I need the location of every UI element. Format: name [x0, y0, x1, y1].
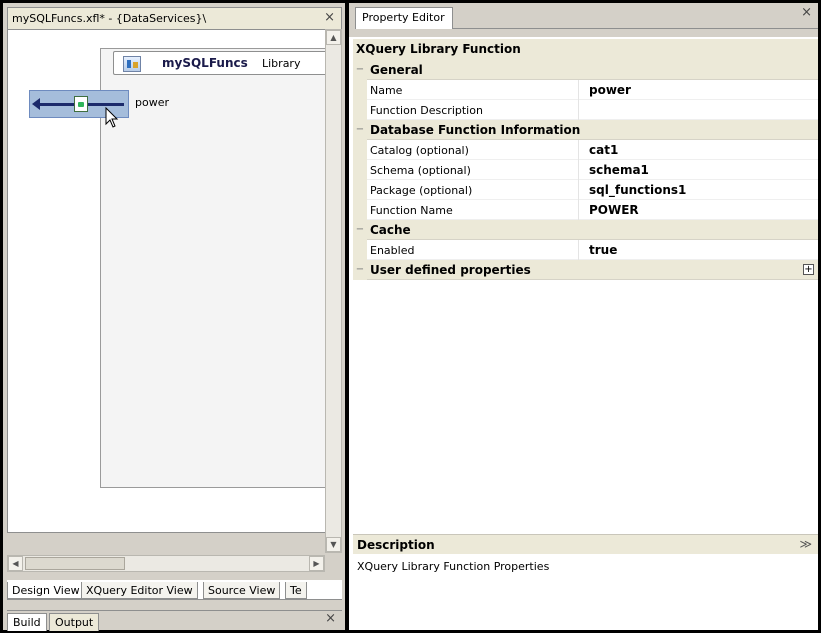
vertical-scrollbar[interactable]: ▲ ▼: [325, 29, 342, 553]
property-editor-header: Property Editor ×: [349, 3, 818, 37]
library-name: mySQLFuncs: [162, 56, 248, 70]
scroll-right-icon[interactable]: ▶: [309, 556, 324, 571]
bottom-panel-tabs: Build Output ×: [7, 610, 342, 631]
property-row-enabled[interactable]: Enabled true: [353, 240, 818, 260]
mouse-pointer-icon: [105, 107, 119, 128]
column-divider: [578, 200, 579, 220]
collapse-icon[interactable]: −: [353, 260, 367, 280]
horizontal-scroll-thumb[interactable]: [25, 557, 125, 570]
collapse-icon[interactable]: −: [353, 120, 367, 140]
row-margin: [353, 240, 367, 260]
category-cache[interactable]: − Cache: [353, 220, 818, 240]
column-divider: [578, 140, 579, 160]
property-row-name[interactable]: Name power: [353, 80, 818, 100]
property-editor-close-icon[interactable]: ×: [801, 5, 812, 21]
property-row-catalog[interactable]: Catalog (optional) cat1: [353, 140, 818, 160]
library-type-label: Library: [262, 57, 301, 70]
tab-design-view[interactable]: Design View: [7, 582, 85, 599]
column-divider: [578, 100, 579, 120]
tab-xquery-editor-view[interactable]: XQuery Editor View: [81, 582, 198, 599]
editor-document-tab[interactable]: mySQLFuncs.xfl* - {DataServices}\ ×: [7, 7, 342, 29]
property-name: Schema (optional): [370, 164, 471, 177]
arrow-left-icon: [32, 98, 40, 110]
library-icon: [123, 56, 141, 72]
tab-output[interactable]: Output: [49, 613, 100, 631]
property-name: Function Description: [370, 104, 483, 117]
property-name: Name: [370, 84, 403, 97]
property-row-schema[interactable]: Schema (optional) schema1: [353, 160, 818, 180]
scroll-left-icon[interactable]: ◀: [8, 556, 23, 571]
view-tab-strip: Design View XQuery Editor View Source Vi…: [7, 580, 342, 600]
property-value[interactable]: true: [589, 243, 617, 257]
editor-pane: mySQLFuncs.xfl* - {DataServices}\ × mySQ…: [3, 3, 345, 631]
row-margin: [353, 140, 367, 160]
scroll-down-icon[interactable]: ▼: [326, 537, 341, 552]
design-canvas[interactable]: mySQLFuncs Library power: [7, 29, 325, 533]
row-margin: [353, 100, 367, 120]
horizontal-scrollbar[interactable]: ◀ ▶: [7, 555, 325, 572]
property-name: Function Name: [370, 204, 453, 217]
category-database-function-information[interactable]: − Database Function Information: [353, 120, 818, 140]
tab-divider: [453, 28, 818, 29]
add-property-icon[interactable]: +: [803, 264, 814, 275]
column-divider: [578, 160, 579, 180]
row-margin: [353, 200, 367, 220]
category-label: Cache: [370, 223, 411, 237]
property-name: Catalog (optional): [370, 144, 469, 157]
property-row-function-name[interactable]: Function Name POWER: [353, 200, 818, 220]
property-name: Package (optional): [370, 184, 473, 197]
property-editor-pane: Property Editor × XQuery Library Functio…: [349, 3, 818, 630]
collapse-icon[interactable]: −: [353, 220, 367, 240]
row-margin: [353, 180, 367, 200]
tab-truncated[interactable]: Te: [285, 582, 307, 599]
property-row-function-description[interactable]: Function Description: [353, 100, 818, 120]
function-node-label[interactable]: power: [135, 96, 169, 109]
category-general[interactable]: − General: [353, 60, 818, 80]
row-margin: [353, 160, 367, 180]
column-divider: [578, 80, 579, 100]
property-name: Enabled: [370, 244, 415, 257]
property-object-title: XQuery Library Function: [353, 39, 818, 60]
collapse-icon[interactable]: −: [353, 60, 367, 80]
editor-tab-title: mySQLFuncs.xfl* - {DataServices}\: [12, 12, 207, 25]
editor-tab-close-icon[interactable]: ×: [324, 10, 335, 26]
function-icon: [74, 96, 88, 112]
bottom-panel-close-icon[interactable]: ×: [325, 611, 336, 627]
description-title: Description: [357, 538, 435, 552]
description-text: XQuery Library Function Properties: [357, 560, 550, 573]
property-value[interactable]: POWER: [589, 203, 639, 217]
column-divider: [578, 240, 579, 260]
tab-build[interactable]: Build: [7, 613, 47, 631]
category-label: General: [370, 63, 423, 77]
property-value[interactable]: cat1: [589, 143, 618, 157]
property-row-package[interactable]: Package (optional) sql_functions1: [353, 180, 818, 200]
description-header: Description ≫: [353, 534, 818, 554]
collapse-chevron-icon[interactable]: ≫: [799, 537, 812, 551]
category-user-defined-properties[interactable]: − User defined properties +: [353, 260, 818, 280]
property-value[interactable]: schema1: [589, 163, 649, 177]
library-container[interactable]: mySQLFuncs Library: [100, 48, 325, 488]
category-label: User defined properties: [370, 263, 531, 277]
category-label: Database Function Information: [370, 123, 581, 137]
property-editor-tab[interactable]: Property Editor: [355, 7, 453, 29]
tab-source-view[interactable]: Source View: [203, 582, 281, 599]
scroll-up-icon[interactable]: ▲: [326, 30, 341, 45]
row-margin: [353, 80, 367, 100]
column-divider: [578, 180, 579, 200]
property-value[interactable]: power: [589, 83, 631, 97]
property-value[interactable]: sql_functions1: [589, 183, 686, 197]
library-header[interactable]: mySQLFuncs Library: [113, 51, 325, 75]
property-grid: − General Name power Function Descriptio…: [353, 60, 818, 280]
